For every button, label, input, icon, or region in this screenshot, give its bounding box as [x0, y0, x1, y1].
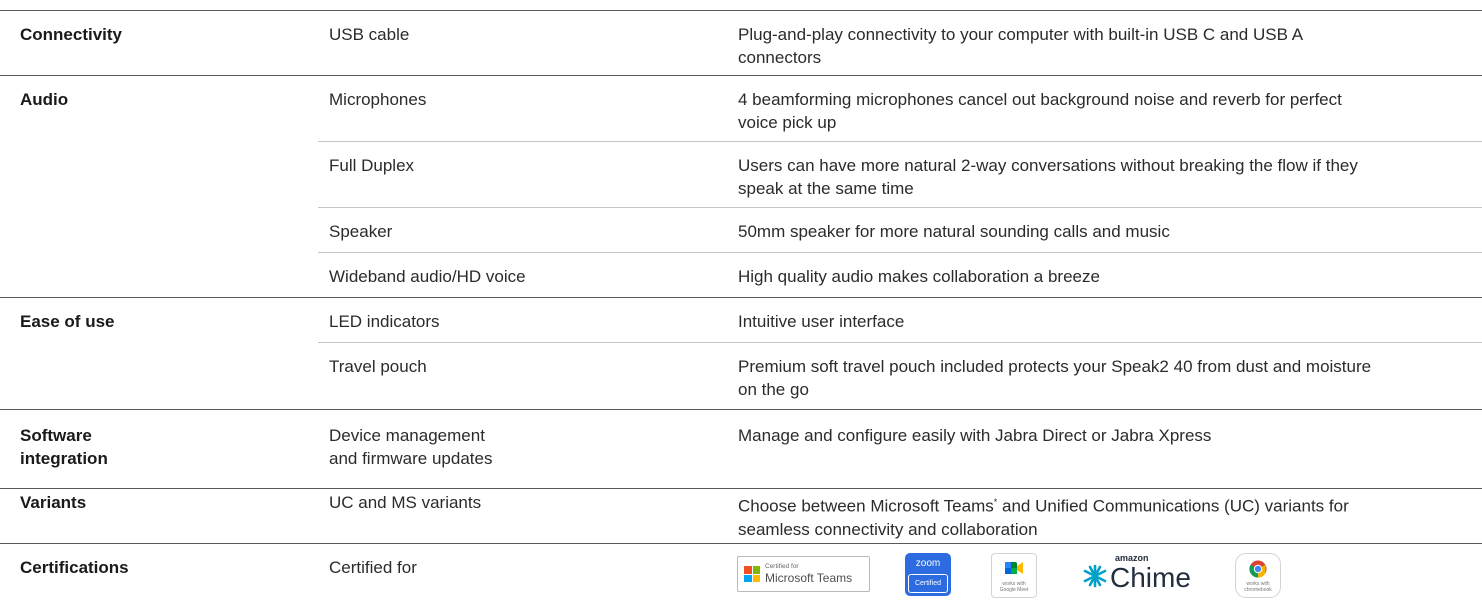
- description-full-duplex: Users can have more natural 2-way conver…: [738, 156, 1358, 198]
- description-usb-cable: Plug-and-play connectivity to your compu…: [738, 25, 1303, 67]
- category-variants: Variants: [20, 493, 87, 512]
- row-group-variants: Variants UC and MS variants Choose betwe…: [0, 488, 1482, 544]
- works-with-chromebook-logo: works with chromebook: [1235, 553, 1281, 598]
- table-row: Microphones 4 beamforming microphones ca…: [318, 76, 1482, 141]
- description-variants: Choose between Microsoft Teams* and Unif…: [738, 491, 1378, 541]
- table-row: Full Duplex Users can have more natural …: [318, 141, 1482, 208]
- table-row: USB cable Plug-and-play connectivity to …: [318, 11, 1482, 76]
- table-row: LED indicators Intuitive user interface: [318, 298, 1482, 342]
- feature-speaker: Speaker: [329, 222, 393, 241]
- row-group-ease-of-use: Ease of use LED indicators Intuitive use…: [0, 297, 1482, 410]
- microsoft-teams-certified-logo: Certified for Microsoft Teams: [737, 556, 870, 592]
- category-ease-of-use: Ease of use: [20, 312, 115, 331]
- row-group-audio: Audio Microphones 4 beamforming micropho…: [0, 75, 1482, 298]
- description-travel-pouch: Premium soft travel pouch included prote…: [738, 357, 1372, 399]
- feature-line: Device management: [329, 426, 485, 445]
- teams-logo-big-text: Microsoft Teams: [765, 571, 853, 585]
- category-line: integration: [20, 449, 108, 468]
- row-group-software-integration: Software integration Device management a…: [0, 409, 1482, 489]
- feature-certified-for: Certified for: [329, 558, 417, 577]
- category-certifications: Certifications: [20, 558, 129, 577]
- video-camera-icon: [1005, 562, 1023, 574]
- spec-table: Connectivity USB cable Plug-and-play con…: [0, 0, 1482, 599]
- description-speaker: 50mm speaker for more natural sounding c…: [738, 222, 1170, 241]
- google-meet-text: works with Google Meet: [992, 581, 1036, 593]
- description-variants-part1: Choose between Microsoft Teams: [738, 496, 994, 516]
- chromebook-line2: chromebook: [1244, 587, 1272, 593]
- row-group-connectivity: Connectivity USB cable Plug-and-play con…: [0, 10, 1482, 76]
- category-line: Software: [20, 426, 92, 445]
- amazon-chime-logo: amazon Chime: [1077, 552, 1197, 596]
- feature-device-management: Device management and firmware updates: [329, 424, 689, 470]
- feature-line: and firmware updates: [329, 449, 493, 468]
- table-row: UC and MS variants Choose between Micros…: [318, 489, 1482, 544]
- feature-wideband-audio: Wideband audio/HD voice: [329, 267, 526, 286]
- table-row: Device management and firmware updates M…: [318, 410, 1482, 489]
- feature-travel-pouch: Travel pouch: [329, 357, 427, 376]
- microsoft-logo-icon: [744, 566, 760, 582]
- category-connectivity: Connectivity: [20, 25, 123, 44]
- category-software-integration: Software integration: [20, 424, 260, 470]
- table-row: Certified for: [318, 544, 1482, 600]
- chime-word-text: Chime: [1110, 562, 1191, 593]
- feature-usb-cable: USB cable: [329, 25, 410, 44]
- meet-line2: Google Meet: [999, 587, 1029, 593]
- table-row: Wideband audio/HD voice High quality aud…: [318, 252, 1482, 299]
- zoom-certified-text: Certified: [908, 574, 948, 593]
- zoom-logo-text: zoom: [915, 558, 941, 569]
- feature-led-indicators: LED indicators: [329, 312, 440, 331]
- chime-icon: [1083, 564, 1107, 588]
- feature-microphones: Microphones: [329, 90, 427, 109]
- table-row: Travel pouch Premium soft travel pouch i…: [318, 342, 1482, 411]
- description-wideband-audio: High quality audio makes collaboration a…: [738, 267, 1100, 286]
- zoom-certified-logo: zoom Certified: [905, 553, 951, 596]
- description-device-management: Manage and configure easily with Jabra D…: [738, 426, 1212, 445]
- feature-full-duplex: Full Duplex: [329, 156, 415, 175]
- teams-logo-small-text: Certified for: [765, 563, 799, 570]
- google-meet-logo: works with Google Meet: [991, 553, 1037, 598]
- description-led-indicators: Intuitive user interface: [738, 312, 905, 331]
- chrome-icon: [1249, 560, 1267, 578]
- table-row: Speaker 50mm speaker for more natural so…: [318, 207, 1482, 253]
- feature-variants: UC and MS variants: [329, 493, 482, 512]
- description-microphones: 4 beamforming microphones cancel out bac…: [738, 90, 1342, 132]
- category-audio: Audio: [20, 90, 69, 109]
- chromebook-text: works with chromebook: [1236, 581, 1280, 593]
